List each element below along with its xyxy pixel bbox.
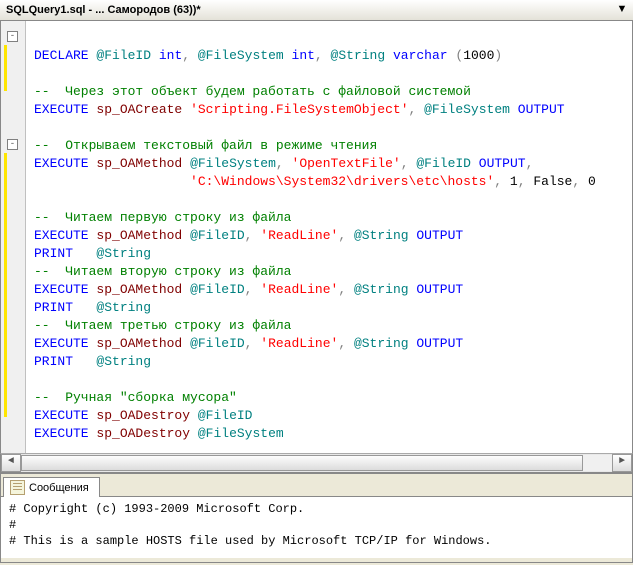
collapse-toggle-icon[interactable]: -: [7, 31, 18, 42]
tab-messages[interactable]: Сообщения: [3, 477, 100, 497]
code-line: EXECUTE sp_OAMethod @FileID, 'ReadLine',…: [34, 336, 463, 351]
message-line: #: [9, 518, 16, 532]
message-line: # This is a sample HOSTS file used by Mi…: [9, 534, 491, 548]
code-line: EXECUTE sp_OAMethod @FileID, 'ReadLine',…: [34, 282, 463, 297]
code-line: -- Через этот объект будем работать с фа…: [34, 84, 471, 99]
scrollbar-thumb[interactable]: [21, 455, 583, 471]
editor-gutter: - -: [1, 21, 26, 453]
results-tabstrip: Сообщения: [1, 474, 632, 496]
code-line: -- Открываем текстовый файл в режиме чте…: [34, 138, 377, 153]
change-marker: [4, 153, 7, 417]
code-line: -- Читаем первую строку из файла: [34, 210, 291, 225]
code-line: PRINT @String: [34, 354, 151, 369]
code-line: -- Ручная "сборка мусора": [34, 390, 237, 405]
tab-messages-label: Сообщения: [29, 482, 89, 494]
code-line: PRINT @String: [34, 300, 151, 315]
horizontal-scrollbar[interactable]: ◄ ►: [0, 453, 633, 473]
messages-icon: [10, 480, 25, 495]
change-marker: [4, 45, 7, 91]
collapse-toggle-icon[interactable]: -: [7, 139, 18, 150]
scroll-right-arrow-icon[interactable]: ►: [612, 454, 632, 472]
scroll-left-arrow-icon[interactable]: ◄: [1, 454, 21, 472]
code-line: PRINT @String: [34, 246, 151, 261]
code-line: EXECUTE sp_OADestroy @FileSystem: [34, 426, 284, 441]
tab-dropdown-icon[interactable]: ▼: [615, 2, 629, 16]
code-area[interactable]: DECLARE @FileID int, @FileSystem int, @S…: [26, 21, 596, 453]
document-tab[interactable]: SQLQuery1.sql - ... Самородов (63))* ▼: [0, 0, 633, 21]
code-line: EXECUTE sp_OAMethod @FileID, 'ReadLine',…: [34, 228, 463, 243]
scrollbar-track[interactable]: [21, 455, 612, 471]
message-line: # Copyright (c) 1993-2009 Microsoft Corp…: [9, 502, 304, 516]
code-line: EXECUTE sp_OADestroy @FileID: [34, 408, 252, 423]
code-line: -- Читаем третью строку из файла: [34, 318, 291, 333]
code-line: 'C:\Windows\System32\drivers\etc\hosts',…: [34, 174, 596, 189]
code-line: EXECUTE sp_OAMethod @FileSystem, 'OpenTe…: [34, 156, 533, 171]
code-line: DECLARE @FileID int, @FileSystem int, @S…: [34, 48, 502, 63]
document-tab-title: SQLQuery1.sql - ... Самородов (63))*: [6, 4, 201, 16]
messages-panel: Сообщения # Copyright (c) 1993-2009 Micr…: [0, 473, 633, 563]
messages-output[interactable]: # Copyright (c) 1993-2009 Microsoft Corp…: [1, 496, 632, 558]
code-line: EXECUTE sp_OACreate 'Scripting.FileSyste…: [34, 102, 565, 117]
code-line: -- Читаем вторую строку из файла: [34, 264, 291, 279]
code-editor[interactable]: - - DECLARE @FileID int, @FileSystem int…: [0, 21, 633, 453]
